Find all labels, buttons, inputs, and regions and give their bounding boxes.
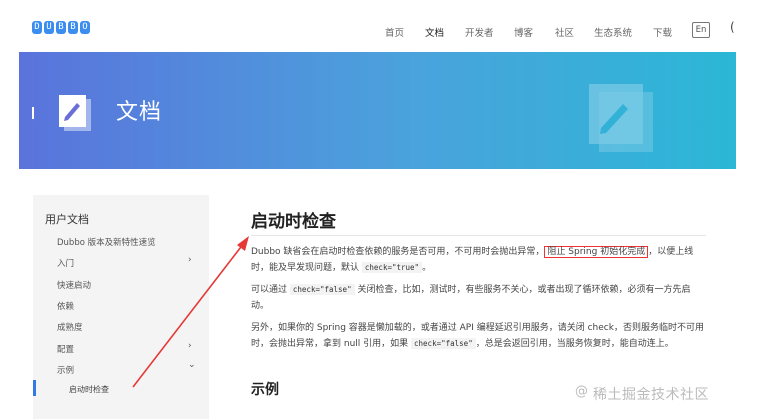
text: 可以通过 <box>251 285 288 295</box>
main-nav: 首页 文档 开发者 博客 社区 生态系统 下载 <box>0 25 758 39</box>
sidebar-item-getting-started[interactable]: 入门 <box>57 257 74 269</box>
nav-home[interactable]: 首页 <box>385 25 404 39</box>
inline-code: check="false" <box>411 338 476 349</box>
banner-title: 文档 <box>116 100 163 125</box>
inline-code: check="false" <box>289 284 355 295</box>
nav-docs[interactable]: 文档 <box>425 25 444 39</box>
text: Dubbo 缺省会在启动时检查依赖的服务是否可用，不可用时会抛出异常， <box>251 247 545 257</box>
paragraph-intro: Dubbo 缺省会在启动时检查依赖的服务是否可用，不可用时会抛出异常， 阻止 Sp… <box>251 244 706 276</box>
sidebar-item-dependencies[interactable]: 依赖 <box>57 300 74 312</box>
chevron-right-icon[interactable]: › <box>188 341 192 351</box>
nav-blog[interactable]: 博客 <box>514 25 533 39</box>
nav-ecosystem[interactable]: 生态系统 <box>594 25 632 39</box>
chevron-right-icon[interactable]: › <box>188 255 192 265</box>
page-title: 启动时检查 <box>251 212 336 232</box>
nav-developers[interactable]: 开发者 <box>465 25 494 39</box>
text: 。 <box>422 263 432 273</box>
highlighted-phrase: 阻止 Spring 初始化完成 <box>544 246 649 258</box>
inline-code: check="true" <box>361 262 423 273</box>
sidebar-item-quick-start[interactable]: 快速启动 <box>57 279 91 291</box>
chevron-down-icon[interactable]: ⌄ <box>188 360 196 370</box>
top-header: D U B B O 首页 文档 开发者 博客 社区 生态系统 下载 En ( <box>0 0 758 52</box>
sidebar-item-maturity[interactable]: 成熟度 <box>57 321 83 333</box>
language-toggle-button[interactable]: En <box>692 22 710 38</box>
sidebar-item-startup-check[interactable]: 启动时检查 <box>69 384 109 395</box>
text: ，总是会返回引用，当服务恢复时，能自动连上。 <box>475 339 674 349</box>
overflow-glyph: ( <box>730 20 735 34</box>
paragraph-disable-check: 可以通过 check="false" 关闭检查，比如，测试时，有些服务不关心，或… <box>251 282 706 314</box>
nav-download[interactable]: 下载 <box>653 25 672 39</box>
sidebar-item-examples[interactable]: 示例 <box>57 364 74 376</box>
title-divider <box>251 235 706 236</box>
watermark-text: 稀土掘金技术社区 <box>593 387 709 403</box>
docs-sidebar: 用户文档 Dubbo 版本及新特性速览 入门 › 快速启动 依赖 成熟度 配置 … <box>33 195 209 419</box>
paragraph-lazy-load: 另外，如果你的 Spring 容器是懒加载的，或者通过 API 编程延迟引用服务… <box>251 320 706 352</box>
nav-community[interactable]: 社区 <box>555 25 574 39</box>
document-pencil-icon <box>59 95 91 131</box>
banner-edge-marker <box>32 107 34 119</box>
section-heading-examples: 示例 <box>251 382 279 398</box>
sidebar-item-configuration[interactable]: 配置 <box>57 343 74 355</box>
document-pencil-watermark-icon <box>589 84 653 152</box>
sidebar-item-version-overview[interactable]: Dubbo 版本及新特性速览 <box>57 236 156 248</box>
active-item-indicator <box>33 380 36 396</box>
watermark-at: @ <box>575 384 588 399</box>
sidebar-title: 用户文档 <box>45 213 89 226</box>
